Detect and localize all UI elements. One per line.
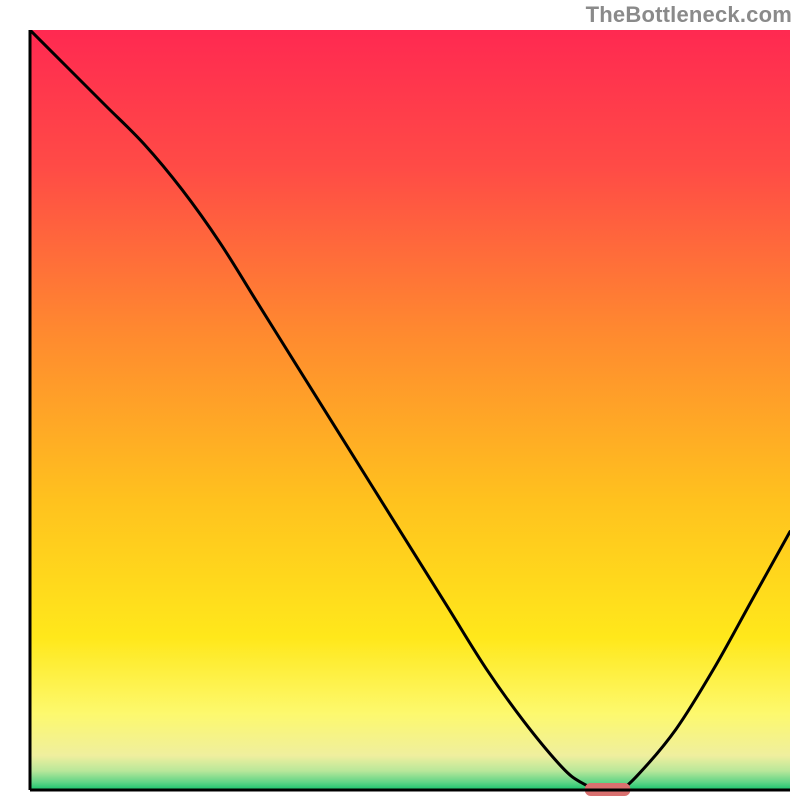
watermark-text: TheBottleneck.com (586, 2, 792, 28)
chart-container: TheBottleneck.com (0, 0, 800, 800)
chart-svg (0, 0, 800, 800)
